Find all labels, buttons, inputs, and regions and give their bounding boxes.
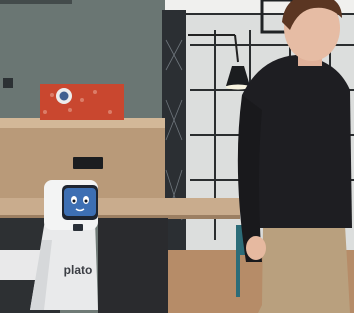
photo-scene: plato [0,0,354,313]
scene-illustration [0,0,354,313]
gift-box-logo-center [59,91,69,101]
counter-base-right [98,218,168,313]
robot-screen-display [64,188,96,216]
robot-left-pupil [72,199,76,203]
robot-sensor [73,224,83,231]
wall-plug-socket [73,157,103,169]
wall-switch [3,78,13,88]
robot-brand-label: plato [63,263,93,277]
white-cabinet [0,250,42,280]
top-edge-shadow [0,0,72,4]
person-trousers [258,225,350,313]
person-hand [246,236,266,260]
robot-right-pupil [84,199,88,203]
